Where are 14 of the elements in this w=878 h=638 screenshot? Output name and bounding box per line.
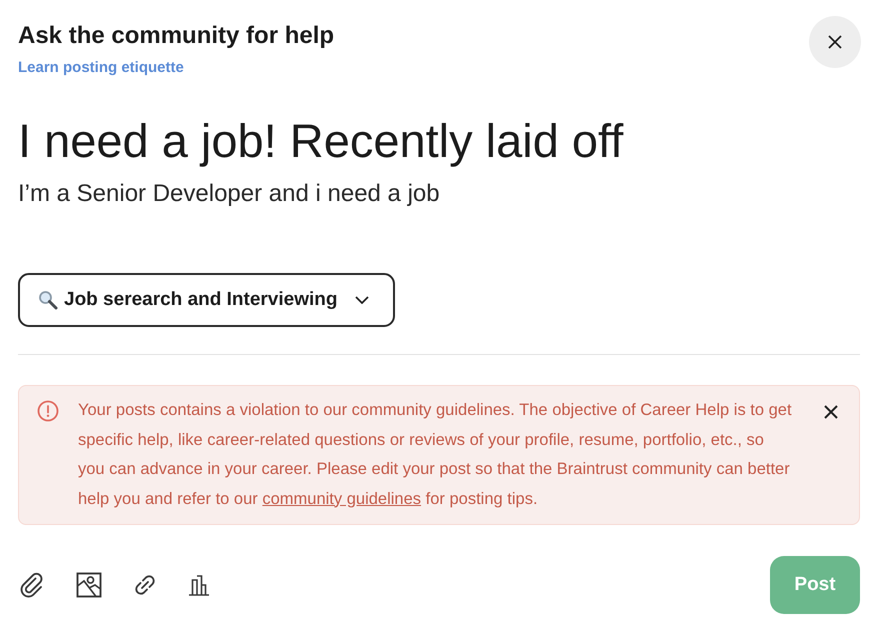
exclamation-circle-icon — [37, 400, 59, 422]
alert-message: Your posts contains a violation to our community guidelines. The objective of Career Help is to get specific help, like career-related questions or reviews of your profile, resume, portfolio, etc., so you can advance in your career. Please edit your post so that the Braintrust community can better help you and refer to our community guidelines for posting tips. — [78, 400, 793, 510]
dialog-title: Ask the community for help — [18, 21, 334, 51]
image-icon[interactable] — [76, 572, 102, 598]
magnifier-icon — [38, 290, 58, 310]
chevron-down-icon — [355, 296, 370, 304]
category-dropdown[interactable]: Job serearch and Interviewing — [18, 273, 396, 327]
post-title[interactable]: I need a job! Recently laid off — [18, 113, 860, 169]
close-icon — [828, 35, 842, 49]
guidelines-link[interactable]: community guidelines — [262, 490, 422, 508]
close-button[interactable] — [809, 16, 861, 68]
post-body[interactable]: I’m a Senior Developer and i need a job — [18, 179, 860, 209]
close-icon — [824, 405, 838, 419]
bar-chart-icon[interactable] — [188, 574, 210, 596]
